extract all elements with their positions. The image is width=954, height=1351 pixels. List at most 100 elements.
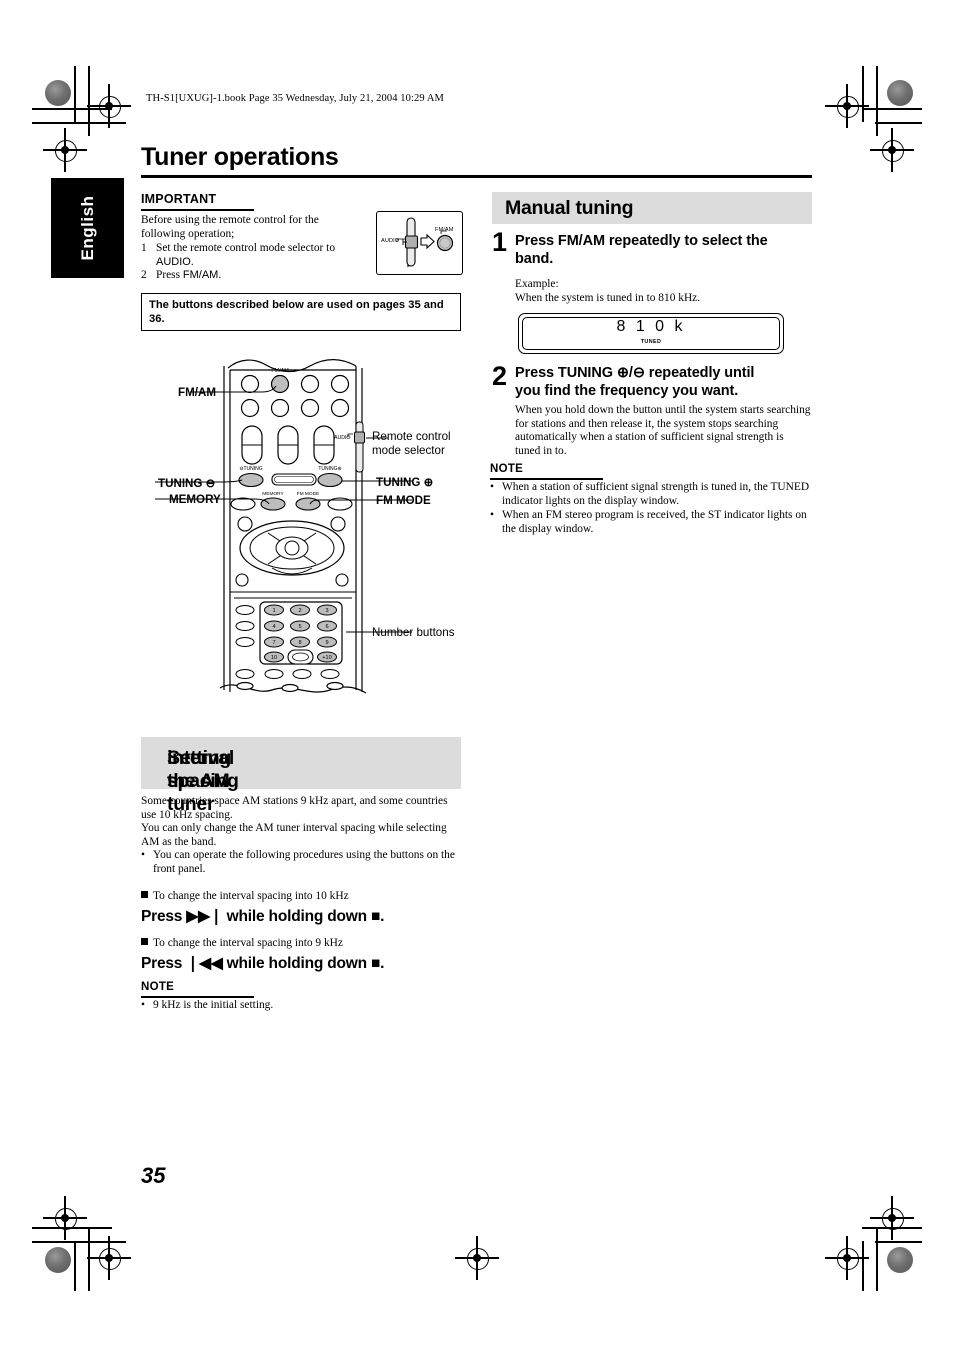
registration-dot-top-right [887,80,913,106]
remote-tuning-plus-key-label: TUNING⊕ [318,466,341,472]
manual-note-underline [490,478,603,480]
callout-tuning-minus: TUNING ⊖ [158,477,216,490]
crop-line [876,1227,878,1291]
remote-control-illustration: FM/AM AUDIO ⊖TUNING TUNING⊕ MEMORY FM MO… [155,359,412,694]
remote-mode-selector: AUDIO [334,421,365,473]
svg-text:2: 2 [298,608,301,614]
crop-line [862,108,922,110]
svg-text:3: 3 [325,608,328,614]
registration-target-top-right-2 [870,128,914,172]
callout-fm-am: FM/AM [178,386,216,399]
language-tab-label: English [77,195,97,261]
am-section-body: Some countries space AM stations 9 kHz a… [141,795,463,877]
am-paragraph-2: You can only change the AM tuner interva… [141,822,447,848]
section-header-manual-tuning: Manual tuning [492,192,812,224]
notice-box: The buttons described below are used on … [141,293,461,331]
am-note-item-1: • 9 kHz is the initial setting. [141,999,274,1011]
crop-line [74,1241,76,1291]
important-step-2-text: Press FM/AM. [156,269,222,282]
crop-line [862,1241,864,1291]
remote-control-figure: FM/AM AUDIO ⊖TUNING TUNING⊕ MEMORY FM MO… [150,352,480,712]
crop-line [862,66,864,122]
remote-memory-key-label: MEMORY [262,491,284,497]
remote-tuning-minus-key-label: ⊖TUNING [239,466,262,472]
stop-icon: ■ [370,908,381,925]
important-step-1: 1 Set the remote control mode selector t… [141,242,363,269]
am-note-item-1-text: 9 kHz is the initial setting. [153,999,274,1011]
step-2-heading: Press TUNING ⊕/⊖ repeatedly until you fi… [515,365,755,399]
registration-target-top-left-2 [43,128,87,172]
manual-note-heading: NOTE [490,463,524,475]
stop-icon: ■ [370,955,381,972]
fm-am-keyword: FM/AM [182,269,219,282]
svg-text:4: 4 [272,624,275,630]
language-tab: English [51,178,124,278]
filled-square-icon [141,891,148,898]
am-subsection-1-title: To change the interval spacing into 10 k… [141,890,349,902]
step-2-body: When you hold down the button until the … [515,404,811,457]
display-frequency-value: 8 1 0 k [616,318,686,335]
am-subsection-2-title: To change the interval spacing into 9 kH… [141,937,343,949]
am-note-body: • 9 kHz is the initial setting. [141,999,461,1014]
section-header-manual-tuning-text: Manual tuning [505,197,634,219]
remote-keypad-top [240,374,350,418]
step-1-heading: Press FM/AM repeatedly to select the ban… [515,233,768,267]
registration-dot-bottom-right [887,1247,913,1273]
remote-fmam-key-label: FM/AM [271,368,289,374]
am-subsection-1-instruction: Press ▶▶❘ while holding down ■. [141,908,385,925]
registration-target-top-right [825,84,869,128]
crop-line [74,66,76,122]
manual-note-item-2: • When an FM stereo program is received,… [490,509,812,536]
callout-tuning-plus: TUNING ⊕ [376,476,434,489]
registration-dot-bottom-left [45,1247,71,1273]
crop-line [875,1241,922,1243]
registration-target-top-left [87,84,131,128]
page-number: 35 [141,1163,166,1188]
important-step-2: 2 Press FM/AM. [141,269,363,283]
file-header-line: TH-S1[UXUG]-1.book Page 35 Wednesday, Ju… [146,93,444,104]
am-subsection-2-instruction: Press ❘◀◀ while holding down ■. [141,955,385,972]
crop-line [876,66,878,136]
important-lead: Before using the remote control for the … [141,214,319,240]
callout-mode-selector-line1: Remote control [372,430,451,443]
svg-text:9: 9 [325,640,328,646]
manual-note-item-1: • When a station of sufficient signal st… [490,481,812,508]
title-divider [141,175,812,178]
rewind-icon: ❘◀◀ [186,955,223,972]
fast-forward-icon: ▶▶❘ [186,908,223,925]
callout-number-buttons: Number buttons [372,626,455,639]
crop-line [88,1227,90,1291]
registration-dot-top-left [45,80,71,106]
svg-text:1: 1 [272,608,275,614]
callout-memory: MEMORY [169,493,221,506]
filled-square-icon [141,938,148,945]
am-bullet-1: • You can operate the following procedur… [141,849,463,876]
registration-target-bottom-center [455,1236,499,1280]
manual-note-item-1-text: When a station of sufficient signal stre… [502,481,810,507]
manual-note-item-2-text: When an FM stereo program is received, t… [502,509,807,535]
svg-text:7: 7 [272,640,275,646]
svg-text:10: 10 [271,655,277,661]
am-paragraph-1: Some countries space AM stations 9 kHz a… [141,795,448,821]
step-2-number: 2 [492,361,508,391]
svg-text:6: 6 [325,624,328,630]
mode-selector-figure: AUDIO FM/AM [376,211,463,275]
registration-target-bottom-left [87,1236,131,1280]
am-note-underline [141,996,254,998]
step-1-body: Example: When the system is tuned in to … [515,278,815,305]
important-step-1-number: 1 [141,242,147,255]
display-tuned-indicator: TUNED [640,339,662,345]
crop-line [862,1227,922,1229]
remote-fmmode-key-label: FM MODE [297,491,320,497]
svg-text:5: 5 [298,624,301,630]
svg-text:+10: +10 [322,655,332,661]
svg-text:8: 8 [298,640,301,646]
section-header-am-tuner: Setting the AM tuner interval spacing [141,737,461,815]
am-note-heading: NOTE [141,981,175,993]
page-title: Tuner operations [141,143,339,171]
remote-number-pad: 1 2 3 4 5 6 7 8 9 10 +10 [235,601,343,679]
registration-target-bottom-right [825,1236,869,1280]
important-body: Before using the remote control for the … [141,210,363,283]
display-window-figure: 8 1 0 k TUNED [518,313,784,354]
crop-line [32,1241,126,1243]
